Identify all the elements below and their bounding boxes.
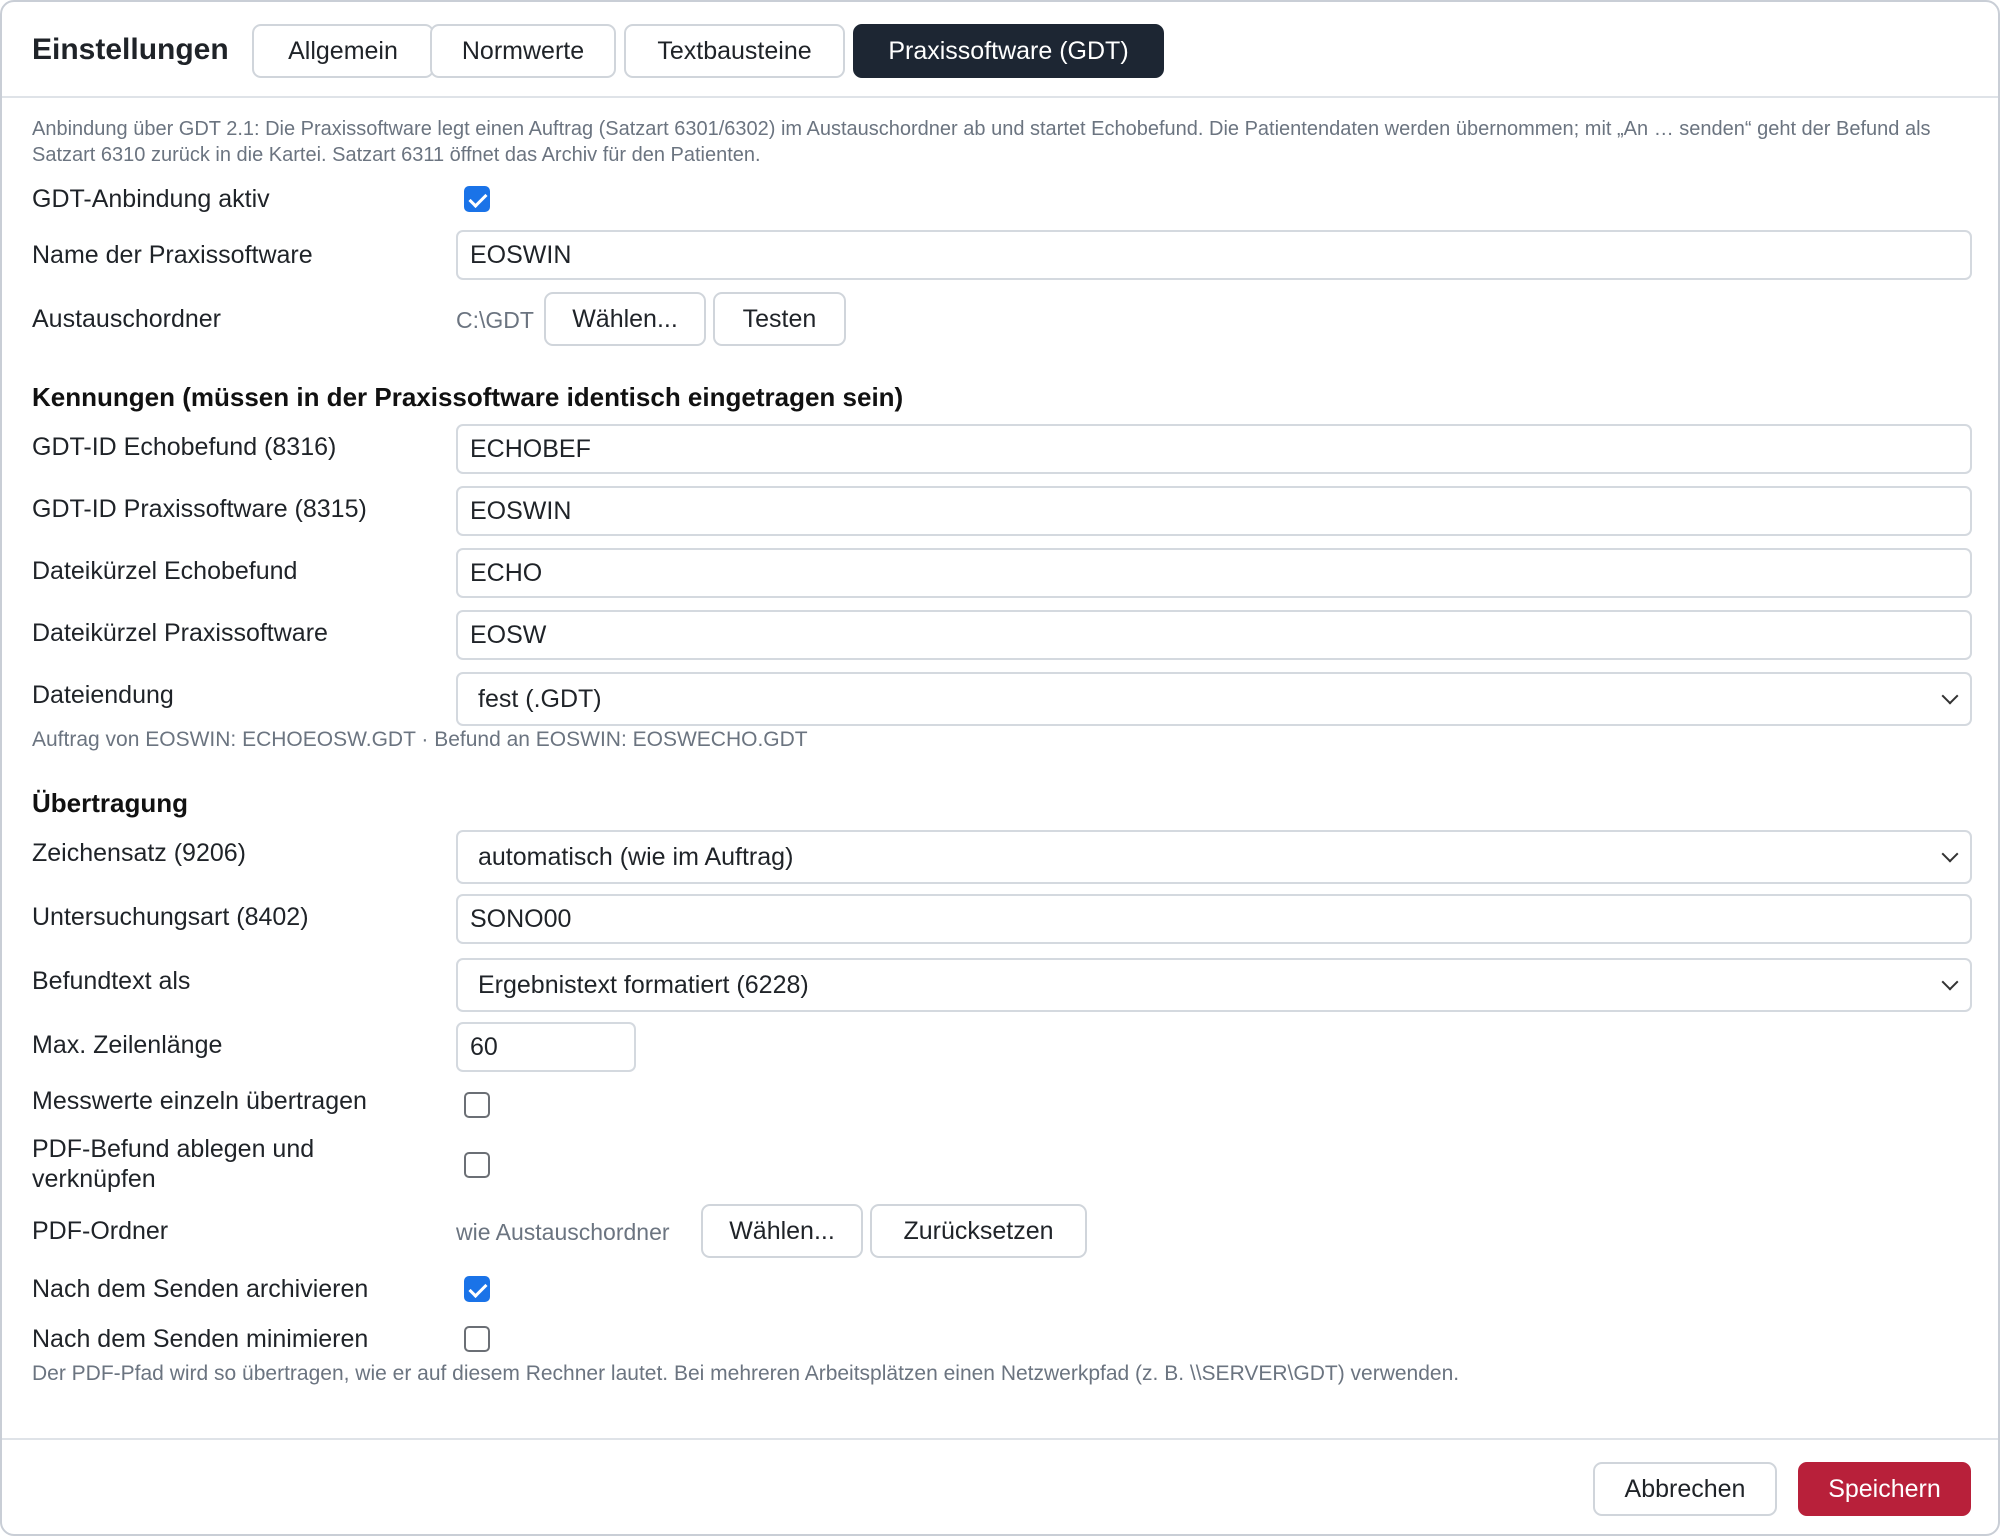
- minimize-checkbox[interactable]: [464, 1326, 490, 1352]
- file-ext-label: Dateiendung: [32, 681, 174, 709]
- pdf-path-hint: Der PDF-Pfad wird so übertragen, wie er …: [32, 1362, 1460, 1385]
- exchange-folder-label: Austauschordner: [32, 305, 222, 333]
- report-text-select[interactable]: Ergebnistext formatiert (6228): [456, 958, 1972, 1012]
- exam-type-input[interactable]: SONO00: [456, 894, 1972, 944]
- echobefund-short-input[interactable]: ECHO: [456, 548, 1972, 598]
- minimize-label: Nach dem Senden minimieren: [32, 1325, 369, 1353]
- pdf-reset-button[interactable]: Zurücksetzen: [870, 1204, 1087, 1258]
- praxis-short-input[interactable]: EOSW: [456, 610, 1972, 660]
- echobefund-id-input[interactable]: ECHOBEF: [456, 424, 1972, 474]
- pdf-folder-value: wie Austauschordner: [456, 1219, 670, 1245]
- cancel-button[interactable]: Abbrechen: [1593, 1462, 1777, 1516]
- pdf-folder-label: PDF-Ordner: [32, 1217, 169, 1245]
- dialog-title: Einstellungen: [32, 33, 229, 66]
- pdf-choose-button[interactable]: Wählen...: [701, 1204, 863, 1258]
- max-line-label: Max. Zeilenlänge: [32, 1031, 223, 1059]
- single-values-label: Messwerte einzeln übertragen: [32, 1087, 367, 1115]
- software-name-input[interactable]: EOSWIN: [456, 230, 1972, 280]
- file-ext-select[interactable]: fest (.GDT): [456, 672, 1972, 726]
- charset-value: automatisch (wie im Auftrag): [478, 842, 794, 871]
- tab-allgemein[interactable]: Allgemein: [252, 24, 434, 78]
- exam-type-label: Untersuchungsart (8402): [32, 903, 309, 931]
- pdf-store-label-line1: PDF-Befund ablegen und: [32, 1135, 315, 1163]
- charset-label: Zeichensatz (9206): [32, 839, 247, 867]
- dialog-header: Einstellungen Allgemein Normwerte Textba…: [2, 2, 1998, 98]
- ids-section-title: Kennungen (müssen in der Praxissoftware …: [32, 382, 904, 412]
- test-folder-button[interactable]: Testen: [713, 292, 846, 346]
- report-text-value: Ergebnistext formatiert (6228): [478, 970, 809, 999]
- report-text-label: Befundtext als: [32, 967, 191, 995]
- praxis-short-label: Dateikürzel Praxissoftware: [32, 619, 328, 647]
- choose-folder-button[interactable]: Wählen...: [544, 292, 706, 346]
- praxis-id-input[interactable]: EOSWIN: [456, 486, 1972, 536]
- tab-textbausteine[interactable]: Textbausteine: [624, 24, 845, 78]
- exchange-folder-path: C:\GDT: [456, 307, 534, 333]
- settings-dialog: Einstellungen Allgemein Normwerte Textba…: [0, 0, 2000, 1536]
- dialog-footer: Abbrechen Speichern: [2, 1438, 1998, 1534]
- software-name-label: Name der Praxissoftware: [32, 241, 313, 269]
- save-button[interactable]: Speichern: [1798, 1462, 1971, 1516]
- gdt-active-checkbox[interactable]: [464, 186, 490, 212]
- max-line-input[interactable]: 60: [456, 1022, 636, 1072]
- praxis-id-label: GDT-ID Praxissoftware (8315): [32, 495, 367, 523]
- tab-normwerte[interactable]: Normwerte: [430, 24, 616, 78]
- archive-checkbox[interactable]: [464, 1276, 490, 1302]
- settings-content: Anbindung über GDT 2.1: Die Praxissoftwa…: [2, 98, 1998, 1438]
- pdf-store-checkbox[interactable]: [464, 1152, 490, 1178]
- charset-select[interactable]: automatisch (wie im Auftrag): [456, 830, 1972, 884]
- pdf-store-label-line2: verknüpfen: [32, 1165, 156, 1193]
- chevron-down-icon: [1941, 845, 1959, 863]
- echobefund-short-label: Dateikürzel Echobefund: [32, 557, 298, 585]
- echobefund-id-label: GDT-ID Echobefund (8316): [32, 433, 337, 461]
- chevron-down-icon: [1941, 973, 1959, 991]
- intro-text: Anbindung über GDT 2.1: Die Praxissoftwa…: [32, 118, 1931, 166]
- tab-praxissoftware-gdt[interactable]: Praxissoftware (GDT): [853, 24, 1164, 78]
- single-values-checkbox[interactable]: [464, 1092, 490, 1118]
- gdt-active-label: GDT-Anbindung aktiv: [32, 185, 270, 213]
- file-ext-value: fest (.GDT): [478, 684, 602, 713]
- file-name-hint: Auftrag von EOSWIN: ECHOEOSW.GDT · Befun…: [32, 728, 808, 751]
- archive-label: Nach dem Senden archivieren: [32, 1275, 369, 1303]
- chevron-down-icon: [1941, 687, 1959, 705]
- transfer-section-title: Übertragung: [32, 788, 188, 818]
